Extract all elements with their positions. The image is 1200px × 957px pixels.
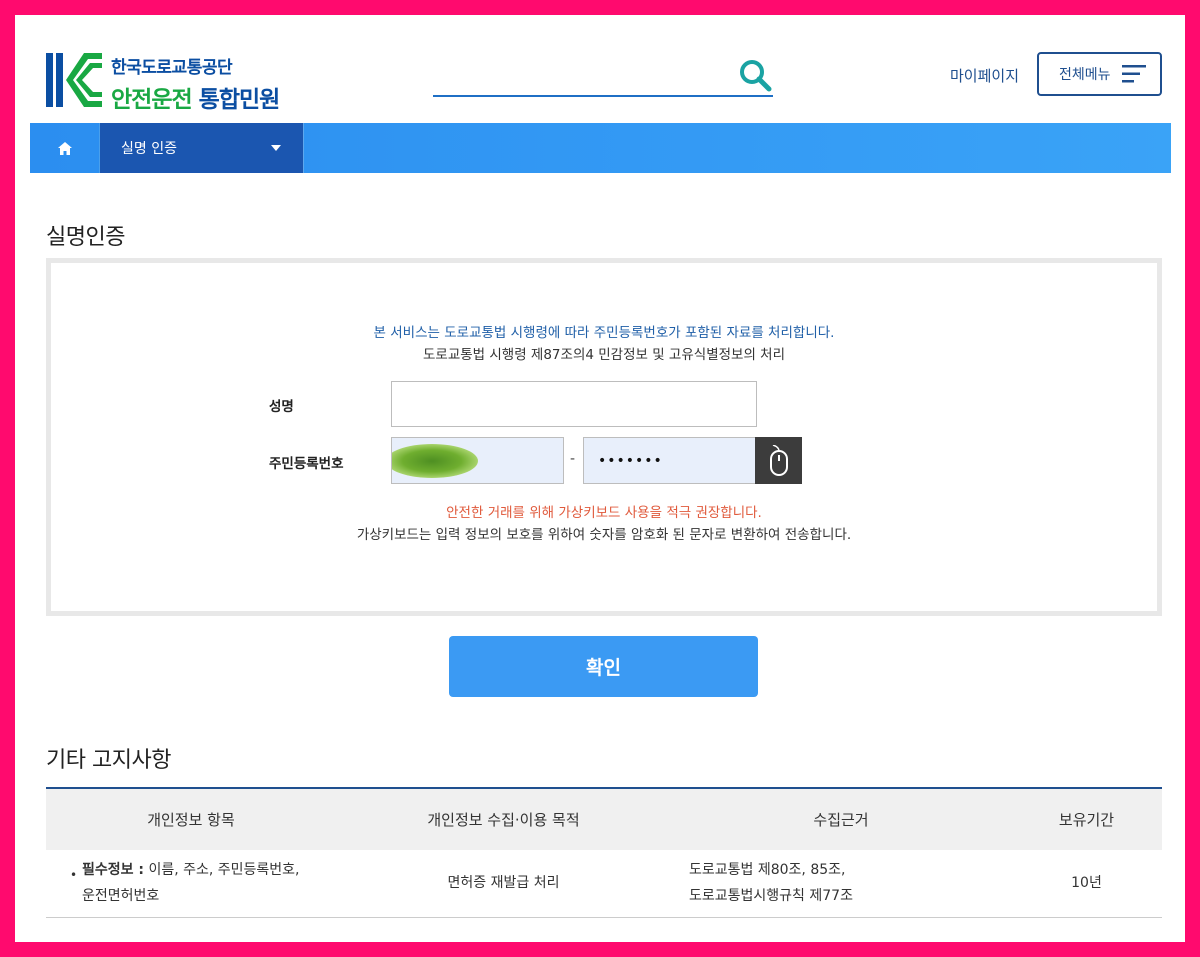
site-logo[interactable]: 한국도로교통공단 안전운전 통합민원 [46, 51, 306, 114]
hamburger-icon [1122, 65, 1146, 83]
mouse-icon [769, 444, 788, 476]
nav-bar: 실명 인증 [30, 123, 1171, 173]
home-button[interactable] [30, 123, 100, 173]
table-row: 필수정보 : 이름, 주소, 주민등록번호, 운전면허번호 면허증 재발급 처리… [46, 850, 1162, 918]
purpose-cell: 면허증 재발급 처리 [336, 850, 671, 918]
name-input[interactable] [391, 381, 757, 427]
virtual-keyboard-description: 가상키보드는 입력 정보의 보호를 위하여 숫자를 암호화 된 문자로 변환하여… [356, 527, 852, 543]
basis-cell: 도로교통법 제80조, 85조, 도로교통법시행규칙 제77조 [671, 850, 1011, 918]
legal-notice-line1: 본 서비스는 도로교통법 시행령에 따라 주민등록번호가 포함된 자료를 처리합… [373, 325, 835, 341]
virtual-keyboard-warning: 안전한 거래를 위해 가상키보드 사용을 적극 권장합니다. [446, 505, 762, 521]
column-header: 개인정보 수집·이용 목적 [427, 811, 580, 829]
rrn-back-input[interactable]: ••••••• [583, 437, 757, 484]
rrn-separator: - [570, 451, 576, 467]
koroad-logo-icon [46, 53, 102, 107]
basis-line2: 도로교통법시행규칙 제77조 [689, 888, 853, 905]
breadcrumb-dropdown[interactable]: 실명 인증 [100, 123, 304, 173]
column-header: 수집근거 [813, 811, 869, 829]
caret-down-icon [271, 145, 281, 151]
search-bar[interactable] [433, 55, 773, 97]
breadcrumb-label: 실명 인증 [121, 141, 177, 157]
name-label: 성명 [269, 399, 294, 415]
required-info-prefix: 필수정보 : [82, 862, 144, 879]
all-menu-label: 전체메뉴 [1059, 66, 1111, 82]
confirm-button[interactable]: 확인 [449, 636, 758, 697]
mypage-link[interactable]: 마이페이지 [950, 65, 1019, 86]
virtual-keyboard-button[interactable] [755, 437, 802, 484]
column-header: 보유기간 [1058, 811, 1115, 829]
all-menu-button[interactable]: 전체메뉴 [1037, 52, 1162, 96]
rrn-front-input[interactable] [391, 437, 564, 484]
basis-line1: 도로교통법 제80조, 85조, [689, 862, 846, 879]
legal-notice-line2: 도로교통법 시행령 제87조의4 민감정보 및 고유식별정보의 처리 [422, 347, 785, 363]
table-header-row: 개인정보 항목 개인정보 수집·이용 목적 수집근거 보유기간 [46, 788, 1162, 850]
redaction-blur [392, 444, 478, 478]
service-name: 안전운전 통합민원 [111, 80, 281, 114]
required-info-items-2: 운전면허번호 [82, 888, 160, 905]
notices-section-title: 기타 고지사항 [46, 748, 171, 773]
home-icon [57, 141, 72, 155]
rrn-label: 주민등록번호 [269, 456, 344, 472]
service-name-blue: 통합민원 [198, 87, 281, 113]
required-info-items: 이름, 주소, 주민등록번호, [144, 862, 300, 879]
retention-cell: 10년 [1011, 850, 1162, 918]
privacy-item-cell: 필수정보 : 이름, 주소, 주민등록번호, 운전면허번호 [46, 850, 336, 918]
search-icon[interactable] [737, 57, 773, 93]
page-frame: 한국도로교통공단 안전운전 통합민원 마이페이지 전체메뉴 실명 인증 실명인증… [15, 15, 1185, 942]
column-header: 개인정보 항목 [147, 811, 235, 829]
auth-section-title: 실명인증 [46, 225, 125, 250]
org-name: 한국도로교통공단 [111, 58, 233, 78]
service-name-green: 안전운전 [111, 87, 193, 113]
privacy-info-table: 개인정보 항목 개인정보 수집·이용 목적 수집근거 보유기간 필수정보 : 이… [46, 787, 1162, 918]
auth-form-box: 본 서비스는 도로교통법 시행령에 따라 주민등록번호가 포함된 자료를 처리합… [46, 258, 1162, 616]
